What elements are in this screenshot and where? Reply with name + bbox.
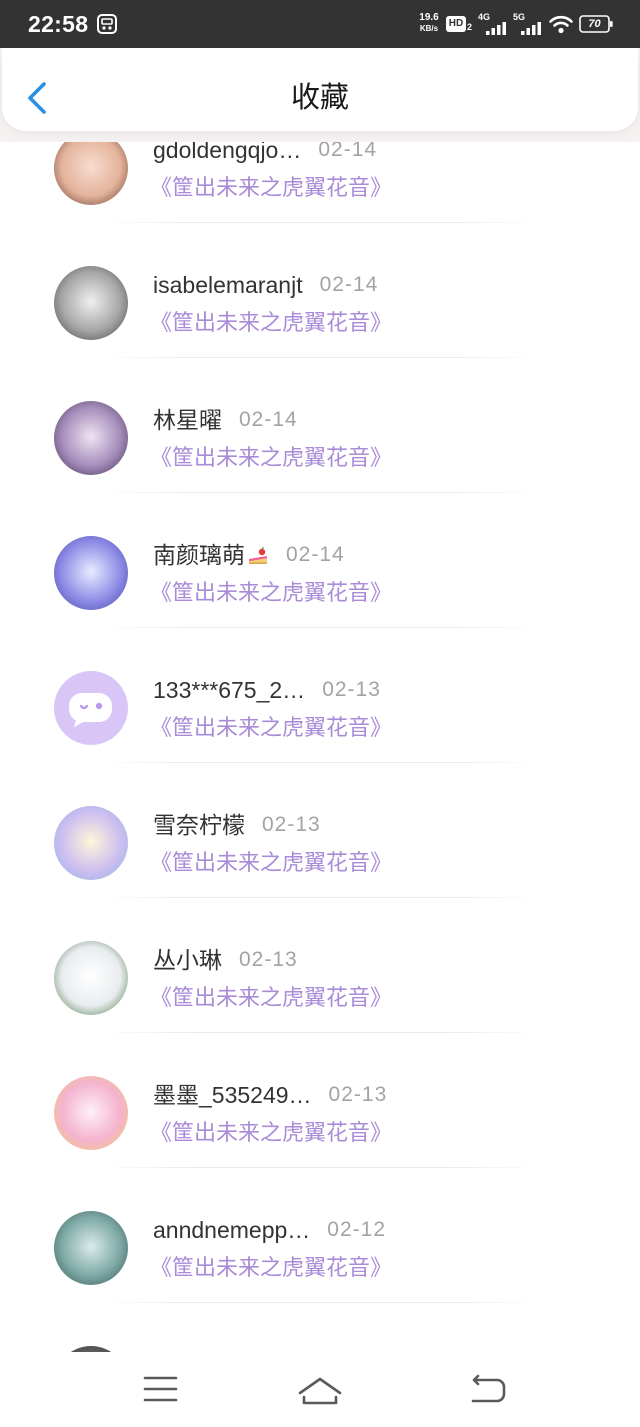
user-name[interactable]: 雪奈柠檬 <box>153 811 245 839</box>
hd-sim-number: 2 <box>467 22 473 32</box>
screen: 22:58 19.6 KB/s HD 2 4G 5G 70 收藏 gdolden… <box>0 0 640 1427</box>
work-title-link[interactable]: 《筐出未来之虎翼花音》 <box>150 579 392 607</box>
favorites-list-content: gdoldengqjo… 02-14 《筐出未来之虎翼花音》 isabelemaran… <box>0 142 640 1352</box>
signal-bars-icon <box>521 22 541 35</box>
return-icon <box>471 1374 506 1403</box>
favorite-item[interactable]: 133***675_2… 02-13 《筐出未来之虎翼花音》 <box>0 628 640 763</box>
user-avatar[interactable] <box>54 1076 128 1150</box>
user-name[interactable]: gdoldengqjo… <box>153 142 301 164</box>
name-line: 丛小琳 02-13 <box>153 946 298 974</box>
user-avatar[interactable] <box>54 941 128 1015</box>
user-avatar[interactable] <box>54 806 128 880</box>
favorite-date: 02-13 <box>322 678 381 701</box>
work-title-link[interactable]: 《筐出未来之虎翼花音》 <box>150 309 392 337</box>
work-title-link[interactable]: 《筐出未来之虎翼花音》 <box>150 1254 392 1282</box>
favorite-item[interactable]: 墨墨_535249… 02-13 《筐出未来之虎翼花音》 <box>0 1033 640 1168</box>
favorite-item[interactable]: 林星曜 02-14 《筐出未来之虎翼花音》 <box>0 358 640 493</box>
work-title-link[interactable]: 《筐出未来之虎翼花音》 <box>150 714 392 742</box>
status-bar: 22:58 19.6 KB/s HD 2 4G 5G 70 <box>0 0 640 48</box>
page-title: 收藏 <box>290 82 349 114</box>
favorite-date: 02-12 <box>327 1218 387 1241</box>
cellular-signal-1: 4G <box>477 12 508 36</box>
hd-label: HD <box>446 16 466 32</box>
battery-icon: 70 <box>579 15 614 33</box>
favorite-date: 02-14 <box>319 273 379 296</box>
menu-icon <box>143 1376 178 1402</box>
favorite-item[interactable]: 南颜璃萌 02-14 《筐出未来之虎翼花音》 <box>0 493 640 628</box>
favorite-item[interactable]: 丛小琳 02-13 《筐出未来之虎翼花音》 <box>0 898 640 1033</box>
recent-apps-button[interactable] <box>130 1366 190 1414</box>
user-name[interactable]: 133***675_2… <box>153 676 305 704</box>
name-line: 南颜璃萌 02-14 <box>153 541 345 569</box>
work-title-link[interactable]: 《筐出未来之虎翼花音》 <box>150 1119 392 1147</box>
favorite-date: 02-14 <box>286 543 345 566</box>
system-back-button[interactable] <box>458 1366 518 1414</box>
favorite-date: 02-13 <box>239 948 298 971</box>
network-speed: 19.6 KB/s <box>415 12 443 34</box>
cake-icon <box>247 544 269 566</box>
network-speed-unit: KB/s <box>419 24 439 33</box>
favorite-date: 02-13 <box>262 813 321 836</box>
favorite-item[interactable] <box>0 1303 640 1352</box>
battery-level: 70 <box>588 18 601 30</box>
cellular-signal-2: 5G <box>512 12 543 36</box>
name-line: anndnemepp… 02-12 <box>153 1216 386 1244</box>
network-speed-value: 19.6 <box>419 12 439 23</box>
status-time: 22:58 <box>28 11 89 37</box>
favorite-item[interactable]: isabelemaranjt 02-14 《筐出未来之虎翼花音》 <box>0 223 640 358</box>
network-type-label: 5G <box>513 12 526 22</box>
work-title-link[interactable]: 《筐出未来之虎翼花音》 <box>150 444 392 472</box>
name-line: 雪奈柠檬 02-13 <box>153 811 321 839</box>
user-avatar[interactable] <box>54 536 128 610</box>
signal-bars-icon <box>486 22 506 35</box>
user-avatar[interactable] <box>54 401 128 475</box>
system-navigation-bar <box>0 1352 640 1427</box>
work-title-link[interactable]: 《筐出未来之虎翼花音》 <box>150 174 392 202</box>
user-name[interactable]: 南颜璃萌 <box>153 541 245 569</box>
home-button[interactable] <box>290 1366 350 1414</box>
favorite-date: 02-13 <box>328 1083 388 1106</box>
favorite-date: 02-14 <box>239 408 298 431</box>
hd-voice-badge: HD 2 <box>446 16 474 32</box>
user-avatar[interactable] <box>54 142 128 205</box>
favorite-date: 02-14 <box>318 142 378 161</box>
favorite-item[interactable]: 雪奈柠檬 02-13 《筐出未来之虎翼花音》 <box>0 763 640 898</box>
favorite-item[interactable]: gdoldengqjo… 02-14 《筐出未来之虎翼花音》 <box>0 142 640 223</box>
name-line: 林星曜 02-14 <box>153 406 298 434</box>
home-icon <box>298 1377 342 1405</box>
work-title-link[interactable]: 《筐出未来之虎翼花音》 <box>150 849 392 877</box>
user-name[interactable]: anndnemepp… <box>153 1216 310 1244</box>
app-notification-icon <box>97 14 117 34</box>
user-name[interactable]: 丛小琳 <box>153 946 222 974</box>
user-name[interactable]: 墨墨_535249… <box>153 1081 312 1109</box>
default-avatar[interactable] <box>54 671 128 745</box>
name-line: isabelemaranjt 02-14 <box>153 271 378 299</box>
name-line: 墨墨_535249… 02-13 <box>153 1081 387 1109</box>
chat-bubble-icon <box>69 693 112 727</box>
network-type-label: 4G <box>478 12 491 22</box>
name-line: gdoldengqjo… 02-14 <box>153 142 377 164</box>
favorite-item[interactable]: anndnemepp… 02-12 《筐出未来之虎翼花音》 <box>0 1168 640 1303</box>
favorites-list[interactable]: gdoldengqjo… 02-14 《筐出未来之虎翼花音》 isabelemaran… <box>0 142 640 1352</box>
work-title-link[interactable]: 《筐出未来之虎翼花音》 <box>150 984 392 1012</box>
user-name[interactable]: isabelemaranjt <box>153 271 303 299</box>
user-name[interactable]: 林星曜 <box>153 406 222 434</box>
name-line: 133***675_2… 02-13 <box>153 676 381 704</box>
top-app-bar: 收藏 <box>2 48 638 131</box>
user-avatar[interactable] <box>54 1211 128 1285</box>
user-avatar[interactable] <box>54 266 128 340</box>
wifi-icon <box>548 14 574 34</box>
